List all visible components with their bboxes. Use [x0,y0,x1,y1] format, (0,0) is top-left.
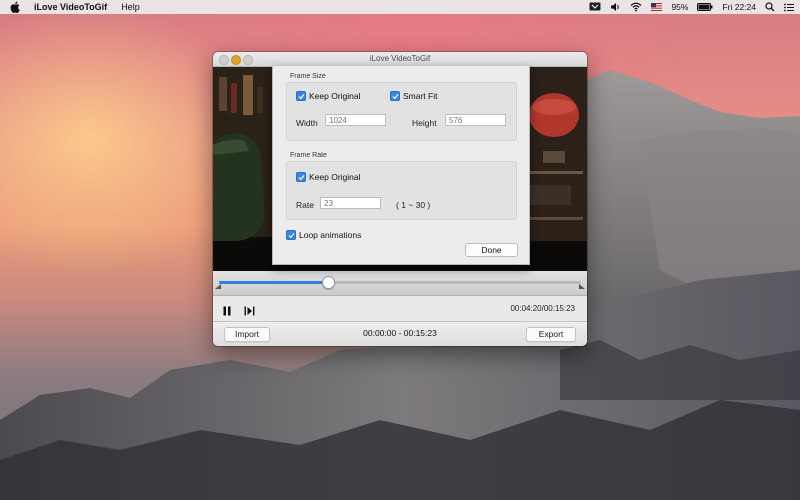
keep-original-size-checkbox[interactable]: Keep Original [296,91,361,101]
frame-rate-group: Keep Original Rate 23 ( 1 ~ 30 ) [286,161,517,220]
smart-fit-label: Smart Fit [403,91,438,101]
checkbox-checked-icon [296,172,306,182]
timeline-track[interactable] [219,281,581,284]
frame-rate-title: Frame Rate [290,152,327,159]
timeline-progress [219,281,328,284]
height-label: Height [412,118,437,128]
app-window: iLove VideoToGif 00:04:20/00:15:23 Impor… [213,52,587,346]
loop-animations-checkbox[interactable]: Loop animations [286,230,361,240]
pause-icon[interactable] [223,303,231,321]
smart-fit-checkbox[interactable]: Smart Fit [390,91,437,101]
bottom-toolbar: Import 00:00:00 - 00:15:23 Export [213,322,587,346]
clock[interactable]: Fri 22:24 [722,2,756,12]
checkbox-checked-icon [286,230,296,240]
width-label: Width [296,118,318,128]
export-button[interactable]: Export [526,327,576,342]
height-field[interactable]: 576 [445,114,506,126]
playhead-knob[interactable] [321,276,335,289]
done-button[interactable]: Done [465,243,518,257]
close-button[interactable] [219,55,229,65]
time-readout: 00:04:20/00:15:23 [510,304,575,313]
window-titlebar[interactable]: iLove VideoToGif [213,52,587,67]
rate-range-hint: ( 1 ~ 30 ) [396,200,431,210]
battery-percent[interactable]: 95% [671,2,688,12]
zoom-button[interactable] [243,55,253,65]
keep-original-rate-label: Keep Original [309,172,361,182]
rate-field[interactable]: 23 [320,197,381,209]
loop-animations-label: Loop animations [299,230,362,240]
frame-size-title: Frame Size [290,73,326,80]
keep-original-rate-checkbox[interactable]: Keep Original [296,172,361,182]
window-title: iLove VideoToGif [369,54,431,63]
minimize-button[interactable] [231,55,241,65]
flag-icon[interactable] [589,2,601,12]
search-icon[interactable] [765,2,775,12]
frame-size-group: Keep Original Smart Fit Width 1024 Heigh… [286,82,517,141]
menu-help[interactable]: Help [121,2,140,12]
playback-controls: 00:04:20/00:15:23 [213,296,587,322]
checkbox-checked-icon [390,91,400,101]
wifi-icon[interactable] [630,2,642,12]
width-field[interactable]: 1024 [325,114,386,126]
menu-app-name[interactable]: iLove VideoToGif [34,2,107,12]
trim-end-marker[interactable] [579,284,585,289]
rate-label: Rate [296,200,314,210]
timeline-scrubber[interactable] [213,271,587,296]
notification-center-icon[interactable] [784,3,794,12]
settings-sheet: Frame Size Keep Original Smart Fit Width… [272,66,530,265]
apple-icon[interactable] [10,1,22,13]
battery-icon[interactable] [697,3,713,11]
menu-bar: iLove VideoToGif Help 95% Fri 22:24 [0,0,800,14]
checkbox-checked-icon [296,91,306,101]
input-source-flag-icon[interactable] [651,3,663,11]
trim-start-marker[interactable] [215,284,221,289]
keep-original-size-label: Keep Original [309,91,361,101]
step-forward-icon[interactable] [244,303,255,321]
volume-icon[interactable] [610,2,621,12]
